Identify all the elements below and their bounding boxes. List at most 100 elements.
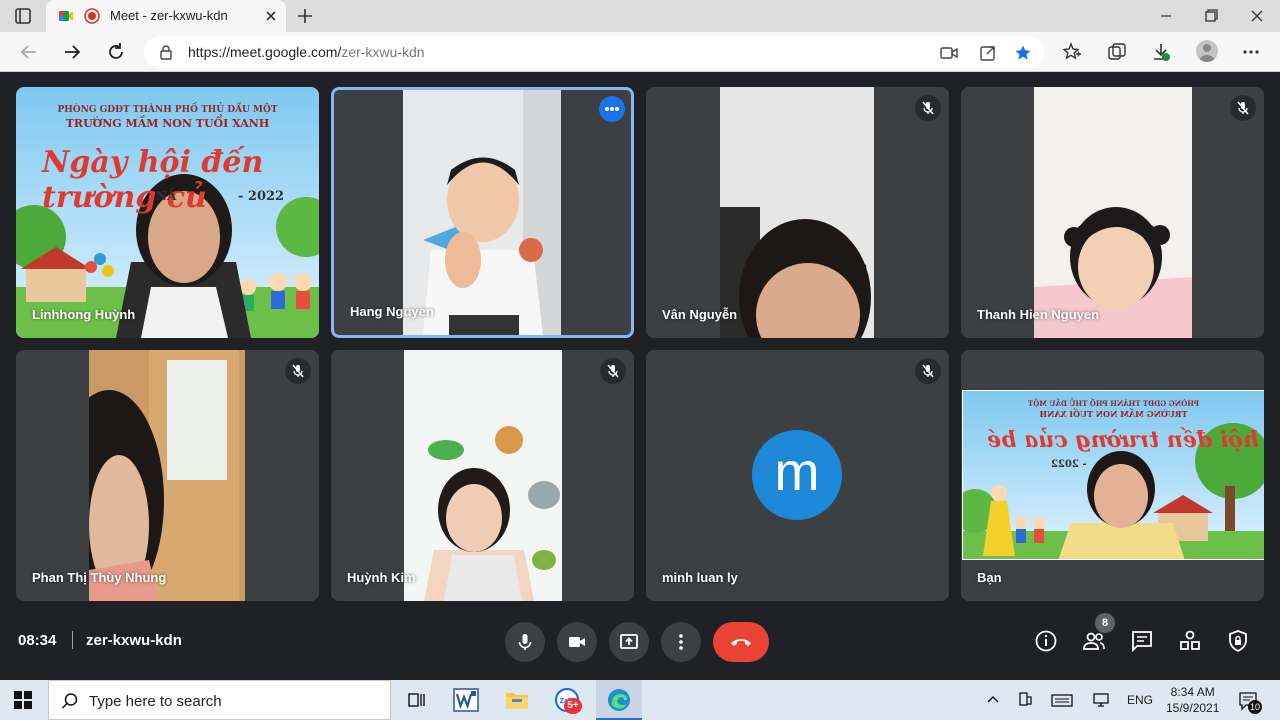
- url-text: https://meet.google.com/zer-kxwu-kdn: [188, 44, 425, 60]
- minimize-icon[interactable]: [1156, 6, 1176, 26]
- participant-tile[interactable]: m minh luan ly: [646, 350, 949, 601]
- refresh-icon[interactable]: [105, 41, 127, 63]
- muted-indicator: [285, 358, 311, 384]
- more-options-button[interactable]: [599, 96, 625, 122]
- more-vertical-icon: [679, 634, 683, 650]
- present-now-button[interactable]: [609, 622, 649, 662]
- participant-video: [720, 87, 874, 338]
- taskbar-time: 8:34 AM: [1170, 685, 1215, 699]
- banner-year-left: NĂ: [156, 189, 177, 203]
- taskbar-clock[interactable]: 8:34 AM 15/9/2021: [1166, 684, 1219, 716]
- participant-video: [1034, 87, 1192, 338]
- activities-icon[interactable]: [1178, 629, 1202, 653]
- banner-line1: PHÒNG GDĐT THÀNH PHỐ THỦ DẦU MỘT: [57, 105, 278, 115]
- participant-tile[interactable]: Hang Nguyen: [331, 87, 634, 338]
- favorites-icon[interactable]: [1061, 41, 1083, 63]
- edge-taskbar-button[interactable]: [596, 680, 642, 720]
- meeting-details-icon[interactable]: [1034, 629, 1058, 653]
- meet-control-bar: 08:34 zer-kxwu-kdn 8: [0, 604, 1280, 680]
- word-app-icon[interactable]: [452, 686, 480, 714]
- self-banner-year: - 2022: [1051, 459, 1087, 470]
- browser-tab[interactable]: Meet - zer-kxwu-kdn: [46, 0, 286, 32]
- search-icon: [61, 693, 78, 709]
- present-screen-icon: [620, 634, 638, 649]
- language-indicator[interactable]: ENG: [1127, 693, 1153, 707]
- recording-icon: [84, 8, 100, 24]
- participant-tile[interactable]: PHÒNG GDĐT THÀNH PHỐ THỦ DẦU MỘT TRƯỜNG …: [16, 87, 319, 338]
- taskbar-search-box[interactable]: Type here to search: [48, 680, 391, 720]
- participant-tile[interactable]: Phan Thị Thùy Nhung: [16, 350, 319, 601]
- chat-icon[interactable]: [1130, 629, 1154, 653]
- zalo-notification-badge: 5+: [564, 698, 582, 714]
- banner-headline: Ngày hội đến trường củ: [42, 145, 264, 215]
- participant-video: [404, 350, 562, 601]
- profile-avatar[interactable]: [1196, 40, 1218, 62]
- lock-icon[interactable]: [158, 44, 174, 60]
- self-video: PHÒNG GDĐT THÀNH PHỐ THỦ DẦU MỘT TRƯỜNG …: [962, 390, 1264, 560]
- participant-tile[interactable]: Thanh Hien Nguyen: [961, 87, 1264, 338]
- participant-name: Thanh Hien Nguyen: [977, 307, 1100, 322]
- new-tab-icon[interactable]: [295, 6, 315, 26]
- close-tab-icon[interactable]: [262, 7, 280, 25]
- hang-up-icon: [731, 639, 751, 646]
- meet-favicon-icon: [59, 11, 73, 21]
- microphone-icon: [518, 634, 532, 650]
- forward-icon[interactable]: [61, 41, 83, 63]
- address-toolbar: https://meet.google.com/zer-kxwu-kdn: [0, 32, 1280, 72]
- participant-tile[interactable]: Vân Nguyễn: [646, 87, 949, 338]
- self-banner-line2: TRƯỜNG MẦM NON TUỔI XANH: [1039, 409, 1188, 419]
- participant-name: Hang Nguyen: [350, 304, 434, 319]
- mic-off-icon: [922, 101, 934, 115]
- windows-taskbar: Type here to search Zalo 5+ ENG 8:34 AM …: [0, 680, 1280, 720]
- notification-count-badge: 10: [1248, 700, 1262, 714]
- meeting-clock: 08:34: [18, 632, 57, 649]
- more-options-icon[interactable]: [1240, 41, 1262, 63]
- taskbar-date: 15/9/2021: [1166, 701, 1220, 715]
- network-icon[interactable]: [1092, 691, 1110, 709]
- classroom-banner: PHÒNG GDĐT THÀNH PHỐ THỦ DẦU MỘT TRƯỜNG …: [16, 87, 319, 338]
- keyboard-icon[interactable]: [1051, 691, 1073, 709]
- muted-indicator: [600, 358, 626, 384]
- collections-icon[interactable]: [1106, 41, 1128, 63]
- more-options-button[interactable]: [661, 622, 701, 662]
- favorite-star-icon[interactable]: [1014, 44, 1032, 62]
- device-icon[interactable]: [1016, 691, 1034, 709]
- camera-permission-icon[interactable]: [940, 44, 958, 62]
- task-view-icon[interactable]: [403, 686, 431, 714]
- microphone-button[interactable]: [505, 622, 545, 662]
- mic-off-icon: [1237, 101, 1249, 115]
- open-in-app-icon[interactable]: [979, 44, 997, 62]
- participant-name: Vân Nguyễn: [662, 307, 738, 322]
- close-window-icon[interactable]: [1247, 6, 1267, 26]
- host-controls-icon[interactable]: [1226, 629, 1250, 653]
- browser-tab-bar: Meet - zer-kxwu-kdn: [0, 0, 1280, 32]
- camera-button[interactable]: [557, 622, 597, 662]
- people-icon[interactable]: [1082, 629, 1106, 653]
- mic-off-icon: [292, 364, 304, 378]
- back-icon[interactable]: [18, 41, 40, 63]
- avatar: m: [752, 430, 842, 520]
- search-placeholder: Type here to search: [89, 693, 222, 710]
- mic-off-icon: [607, 364, 619, 378]
- camera-icon: [569, 637, 585, 647]
- windows-start-icon[interactable]: [14, 691, 32, 709]
- divider: [72, 631, 73, 649]
- self-view-tile[interactable]: PHÒNG GDĐT THÀNH PHỐ THỦ DẦU MỘT TRƯỜNG …: [961, 350, 1264, 601]
- muted-indicator: [1230, 95, 1256, 121]
- participant-tile[interactable]: Huỳnh Kim: [331, 350, 634, 601]
- downloads-icon[interactable]: [1150, 41, 1172, 63]
- participant-name: Bạn: [977, 570, 1002, 585]
- tab-actions-icon[interactable]: [14, 7, 32, 25]
- restore-icon[interactable]: [1201, 6, 1221, 26]
- edge-browser-icon: [608, 689, 630, 711]
- meeting-code: zer-kxwu-kdn: [86, 632, 182, 649]
- url-bar[interactable]: https://meet.google.com/zer-kxwu-kdn: [144, 36, 1044, 68]
- participant-video: [403, 90, 561, 335]
- file-explorer-icon[interactable]: [503, 686, 531, 714]
- participant-name: Huỳnh Kim: [347, 570, 416, 585]
- muted-indicator: [915, 95, 941, 121]
- leave-call-button[interactable]: [713, 622, 769, 662]
- mic-off-icon: [922, 364, 934, 378]
- show-hidden-icons-icon[interactable]: [984, 691, 1002, 709]
- banner-year: - 2022: [238, 189, 285, 204]
